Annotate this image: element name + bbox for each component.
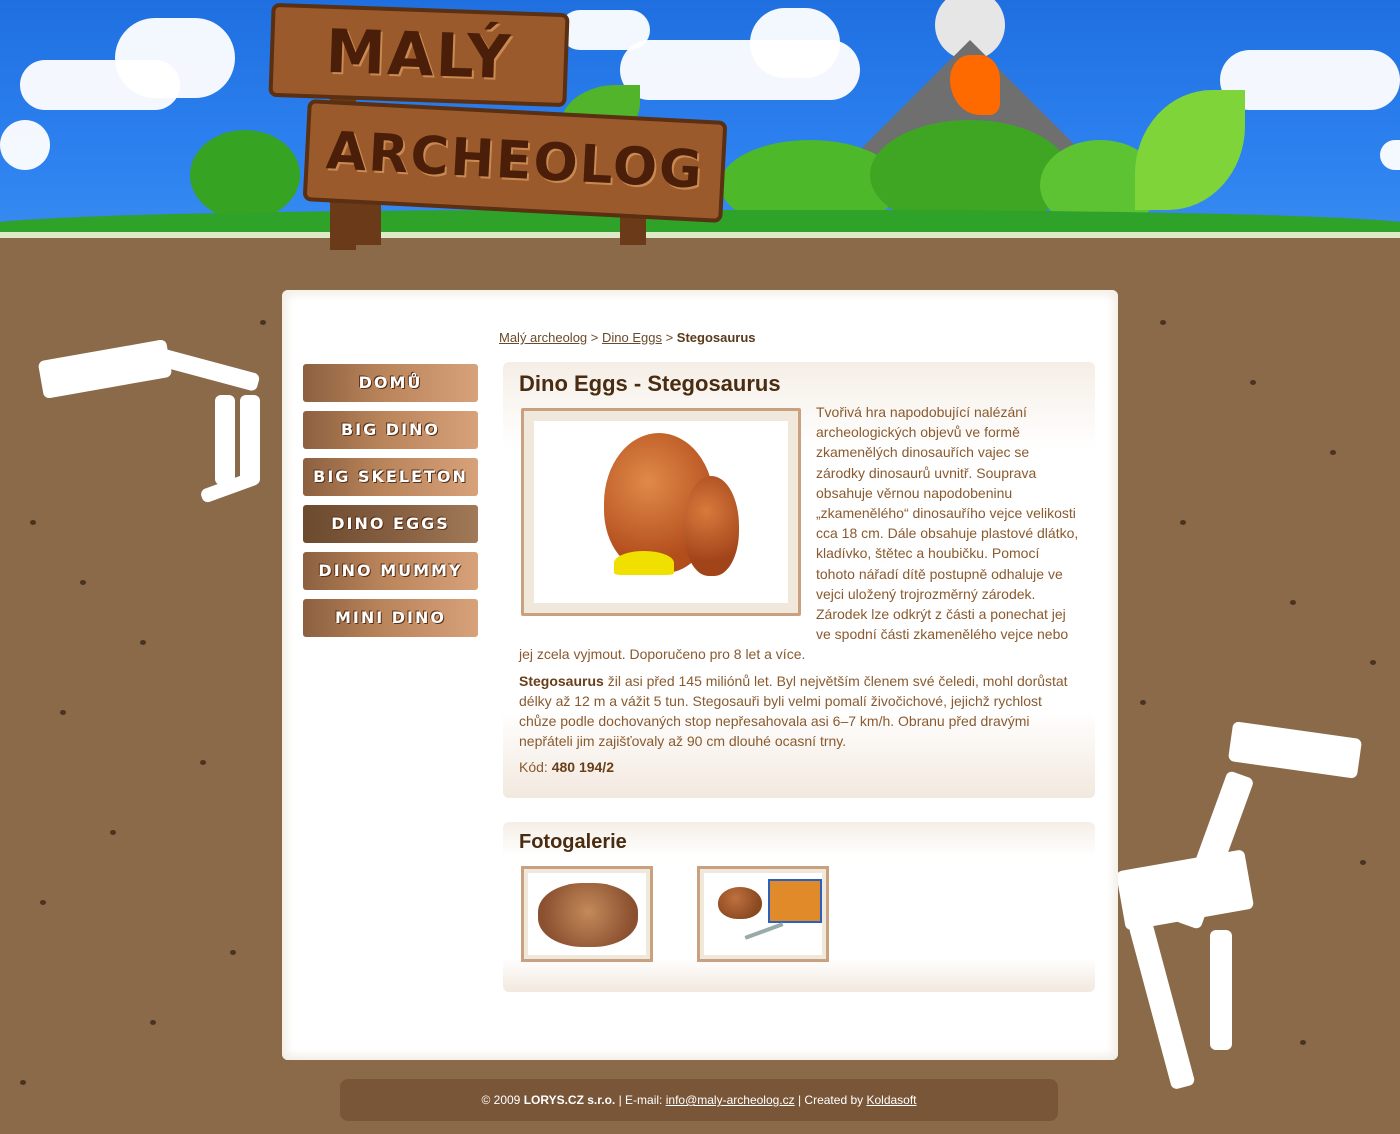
header-banner: MALÝ ARCHEOLOG <box>0 0 1400 270</box>
gallery-thumb-2[interactable] <box>697 866 829 962</box>
menu-item-big-skeleton[interactable]: BIG SKELETON <box>303 458 478 496</box>
product-code-label: Kód: <box>519 759 552 776</box>
product-title: Dino Eggs - Stegosaurus <box>519 371 781 396</box>
menu-item-mini-dino[interactable]: MINI DINO <box>303 599 478 637</box>
logo-text-line2: ARCHEOLOG <box>324 121 706 201</box>
cloud <box>750 8 840 78</box>
gallery-image <box>704 873 822 955</box>
footer-created-label: | Created by <box>794 1093 867 1107</box>
breadcrumb-current: Stegosaurus <box>676 330 756 345</box>
cloud <box>20 60 180 110</box>
menu-item-domu[interactable]: DOMŮ <box>303 364 478 402</box>
product-code: Kód: 480 194/2 <box>519 757 1081 777</box>
cloud <box>0 120 50 170</box>
breadcrumb-link-dino-eggs[interactable]: Dino Eggs <box>602 330 662 345</box>
footer-email-link[interactable]: info@maly-archeolog.cz <box>666 1093 795 1107</box>
leaf <box>1135 90 1245 210</box>
gallery-image <box>528 873 646 955</box>
jungle-bush <box>190 130 300 220</box>
breadcrumb-separator: > <box>587 330 602 345</box>
breadcrumb-link-home[interactable]: Malý archeolog <box>499 330 587 345</box>
footer-email-label: | E-mail: <box>615 1093 666 1107</box>
dino-name: Stegosaurus <box>519 672 604 689</box>
logo-text-line1: MALÝ <box>324 16 514 94</box>
product-code-value: 480 194/2 <box>551 759 614 776</box>
dino-info: Stegosaurus žil asi před 145 miliónů let… <box>519 671 1081 752</box>
breadcrumb-separator: > <box>661 330 677 345</box>
cloud <box>1220 50 1400 110</box>
footer-copyright: © 2009 <box>481 1093 524 1107</box>
product-description: Tvořivá hra napodobující nalézání archeo… <box>519 402 1081 784</box>
gallery-thumb-1[interactable] <box>521 866 653 962</box>
menu-item-dino-eggs[interactable]: DINO EGGS <box>303 505 478 543</box>
gallery-box: Fotogalerie <box>503 822 1095 992</box>
breadcrumb: Malý archeolog > Dino Eggs > Stegosaurus <box>499 330 756 345</box>
ground-edge <box>0 232 1400 270</box>
footer: © 2009 LORYS.CZ s.r.o. | E-mail: info@ma… <box>340 1079 1058 1121</box>
product-box: Dino Eggs - Stegosaurus Tvořivá hra napo… <box>503 362 1095 798</box>
logo-sign-maly[interactable]: MALÝ <box>268 2 570 108</box>
cloud <box>1380 140 1400 170</box>
menu-item-dino-mummy[interactable]: DINO MUMMY <box>303 552 478 590</box>
gallery-title: Fotogalerie <box>519 831 627 853</box>
footer-company: LORYS.CZ s.r.o. <box>523 1093 616 1107</box>
menu-item-big-dino[interactable]: BIG DINO <box>303 411 478 449</box>
footer-creator-link[interactable]: Koldasoft <box>866 1093 916 1107</box>
main-menu: DOMŮ BIG DINO BIG SKELETON DINO EGGS DIN… <box>303 364 478 646</box>
